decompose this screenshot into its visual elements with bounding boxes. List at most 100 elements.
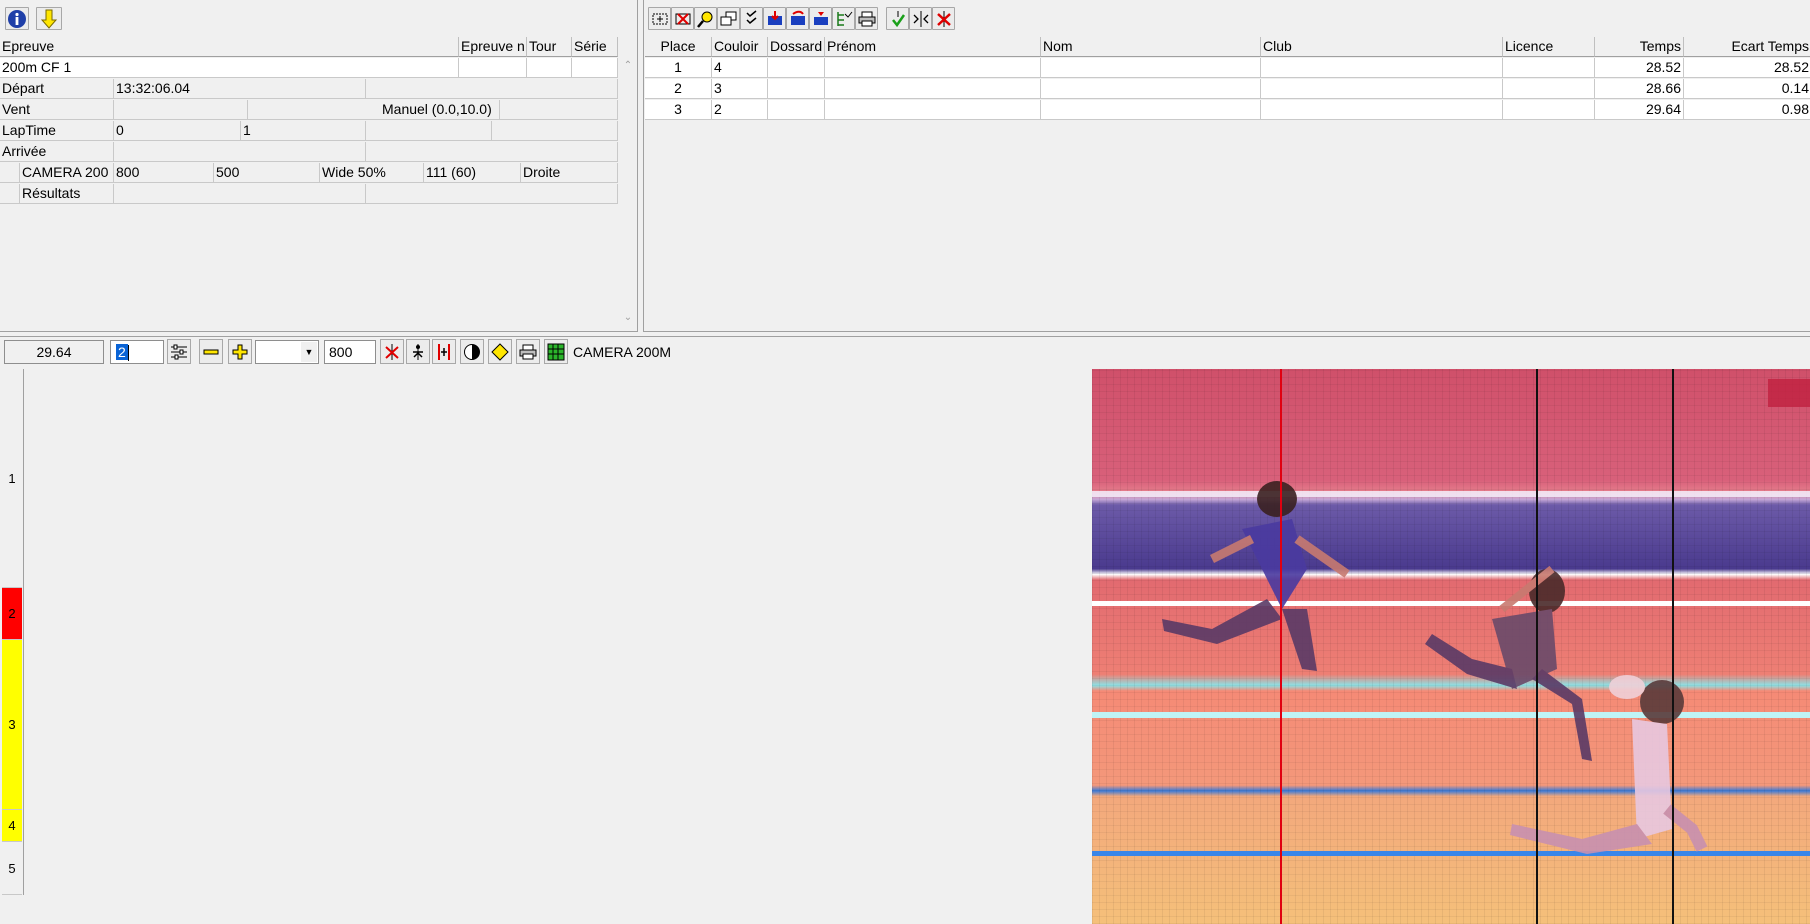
nom-cell[interactable] — [1041, 79, 1261, 99]
event-panel-scrollbar[interactable]: ⌃ ⌄ — [620, 58, 636, 330]
resultats-cell-1[interactable] — [114, 184, 366, 204]
resultats-row[interactable]: Résultats — [0, 184, 618, 204]
import-button[interactable] — [36, 7, 62, 30]
red-cursor-line[interactable] — [1280, 369, 1282, 924]
lane-input[interactable]: 2 — [110, 340, 164, 364]
prenom-cell[interactable] — [825, 100, 1041, 120]
zoom-out-button[interactable] — [199, 339, 223, 364]
header-epreuve[interactable]: Epreuve — [0, 37, 459, 57]
laptime-count-cell[interactable]: 1 — [241, 121, 366, 141]
nom-cell[interactable] — [1041, 58, 1261, 78]
licence-cell[interactable] — [1503, 100, 1595, 120]
couloir-cell[interactable]: 3 — [712, 79, 768, 99]
laptime-extra-cell-1[interactable] — [366, 121, 492, 141]
laptime-row[interactable]: LapTime 0 1 — [0, 121, 618, 141]
vent-value-cell[interactable] — [114, 100, 248, 120]
camera-expand-cell[interactable] — [0, 163, 20, 183]
header-nom[interactable]: Nom — [1041, 37, 1261, 57]
temps-cell[interactable]: 28.52 — [1595, 58, 1684, 78]
import-athletes-button[interactable] — [763, 7, 786, 30]
layers-button[interactable] — [717, 7, 740, 30]
marker-button[interactable] — [488, 339, 512, 364]
temps-cell[interactable]: 29.64 — [1595, 100, 1684, 120]
info-button[interactable] — [5, 7, 29, 30]
header-ecart-temps[interactable]: Ecart Temps — [1684, 37, 1810, 57]
print-image-button[interactable] — [516, 339, 540, 364]
photo-finish-image[interactable] — [1092, 369, 1810, 924]
couloir-cell[interactable]: 2 — [712, 100, 768, 120]
temps-cell[interactable]: 28.66 — [1595, 79, 1684, 99]
arrivee-row[interactable]: Arrivée — [0, 142, 618, 162]
zoom-in-button[interactable] — [228, 339, 252, 364]
place-cell[interactable]: 3 — [645, 100, 712, 120]
lane-marker-3[interactable]: 3 — [2, 640, 22, 810]
licence-cell[interactable] — [1503, 58, 1595, 78]
club-cell[interactable] — [1261, 58, 1503, 78]
vent-row[interactable]: Vent Manuel (0.0,10.0) — [0, 100, 618, 120]
header-club[interactable]: Club — [1261, 37, 1503, 57]
camera-lines-cell[interactable]: 111 (60) — [424, 163, 521, 183]
arrivee-extra-cell[interactable] — [366, 142, 618, 162]
table-row[interactable]: 1 4 28.52 28.52 — [645, 58, 1810, 78]
lane-marker-2[interactable]: 2 — [2, 588, 22, 640]
print-results-button[interactable] — [855, 7, 878, 30]
select-area-button[interactable] — [648, 7, 671, 30]
event-tour-cell[interactable] — [527, 58, 572, 78]
delete-selection-button[interactable] — [671, 7, 694, 30]
chevron-down-icon[interactable]: ▼ — [301, 342, 317, 362]
camera-name-cell[interactable]: CAMERA 200 — [20, 163, 114, 183]
black-cursor-line-1[interactable] — [1536, 369, 1538, 924]
place-cell[interactable]: 1 — [645, 58, 712, 78]
header-couloir[interactable]: Couloir — [712, 37, 768, 57]
header-tour[interactable]: Tour — [527, 37, 572, 57]
camera-distance-cell[interactable]: 800 — [114, 163, 214, 183]
camera-row[interactable]: CAMERA 200 800 500 Wide 50% 111 (60) Dro… — [0, 163, 618, 183]
depart-extra-cell[interactable] — [366, 79, 618, 99]
athlete-cursor-button[interactable] — [406, 339, 430, 364]
ecart-cell[interactable]: 28.52 — [1684, 58, 1810, 78]
clear-button[interactable] — [932, 7, 955, 30]
ecart-cell[interactable]: 0.98 — [1684, 100, 1810, 120]
header-prenom[interactable]: Prénom — [825, 37, 1041, 57]
scroll-up-arrow-icon[interactable]: ⌃ — [620, 60, 636, 74]
depart-time-cell[interactable]: 13:32:06.04 — [114, 79, 366, 99]
lane-marker-4[interactable]: 4 — [2, 810, 22, 842]
black-cursor-line-2[interactable] — [1672, 369, 1674, 924]
laptime-start-cell[interactable]: 0 — [114, 121, 241, 141]
zoom-button[interactable] — [694, 7, 717, 30]
viewer-canvas[interactable] — [24, 369, 1092, 924]
header-place[interactable]: Place — [645, 37, 712, 57]
laptime-extra-cell-2[interactable] — [492, 121, 618, 141]
licence-cell[interactable] — [1503, 79, 1595, 99]
dossard-cell[interactable] — [768, 58, 825, 78]
lane-marker-5[interactable]: 5 — [2, 842, 22, 895]
check-list-button[interactable] — [740, 7, 763, 30]
resultats-expand-cell[interactable] — [0, 184, 20, 204]
event-number-cell[interactable] — [459, 58, 527, 78]
header-serie[interactable]: Série — [572, 37, 618, 57]
resultats-cell-2[interactable] — [366, 184, 618, 204]
arrivee-time-cell[interactable] — [114, 142, 366, 162]
lane-marker-1[interactable]: 1 — [2, 369, 22, 588]
header-epreuve-n[interactable]: Epreuve n — [459, 37, 527, 57]
prenom-cell[interactable] — [825, 58, 1041, 78]
nom-cell[interactable] — [1041, 100, 1261, 120]
lane-cursors-button[interactable] — [432, 339, 456, 364]
header-temps[interactable]: Temps — [1595, 37, 1684, 57]
event-serie-cell[interactable] — [572, 58, 618, 78]
contrast-button[interactable] — [460, 339, 484, 364]
camera-side-cell[interactable]: Droite — [521, 163, 618, 183]
header-licence[interactable]: Licence — [1503, 37, 1595, 57]
ecart-cell[interactable]: 0.14 — [1684, 79, 1810, 99]
export-athletes-button[interactable] — [786, 7, 809, 30]
tree-view-button[interactable] — [832, 7, 855, 30]
settings-sliders-button[interactable] — [167, 339, 191, 364]
dossard-cell[interactable] — [768, 100, 825, 120]
camera-width-cell[interactable]: Wide 50% — [320, 163, 424, 183]
event-name-cell[interactable]: 200m CF 1 — [0, 58, 459, 78]
prenom-cell[interactable] — [825, 79, 1041, 99]
couloir-cell[interactable]: 4 — [712, 58, 768, 78]
club-cell[interactable] — [1261, 79, 1503, 99]
remove-cursor-button[interactable] — [380, 339, 404, 364]
scroll-down-arrow-icon[interactable]: ⌄ — [620, 312, 636, 326]
